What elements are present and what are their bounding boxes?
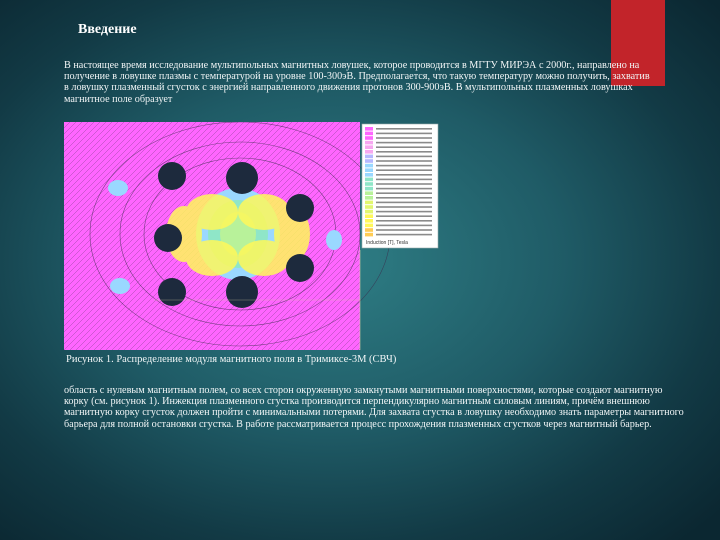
legend-swatch [365,182,373,186]
legend-range-label [376,160,432,162]
legend-range-label [376,155,432,158]
legend-swatch [365,136,373,140]
legend-swatch [365,223,373,228]
legend-range-label [376,229,432,231]
legend-range-label [376,178,432,181]
legend-swatch [365,228,373,232]
slide-title: Введение [78,22,137,37]
legend-range-label [376,183,432,185]
legend-range-label [376,187,432,190]
legend-range-label [376,141,432,144]
legend-swatch [365,232,373,237]
legend-range-label [376,164,432,167]
legend-range-label [376,197,432,199]
legend-range-label [376,210,432,213]
legend-range-label [376,151,432,153]
legend-swatch [365,154,373,159]
legend-swatch [365,140,373,145]
legend-range-label [376,220,432,222]
legend-swatch [365,200,373,205]
legend-range-label [376,128,432,130]
legend-swatch [365,177,373,182]
legend-swatch [365,150,373,154]
legend-range-label [376,132,432,135]
legend-swatch [365,145,373,149]
legend-swatch [365,168,373,172]
legend: Induction [T], Tesla [361,123,439,249]
field-map: Induction [T], Tesla [64,121,439,350]
legend-range-label [376,137,432,139]
legend-range-label [376,174,432,176]
legend-range-label [376,215,432,217]
legend-swatch [365,219,373,223]
legend-swatch [365,214,373,218]
legend-swatch [365,159,373,163]
legend-range-label [376,233,432,236]
legend-swatch [365,127,373,131]
legend-swatch [365,186,373,191]
legend-swatch [365,205,373,209]
legend-range-label [376,146,432,148]
legend-range-label [376,206,432,208]
legend-range-label [376,224,432,227]
legend-swatch [365,209,373,214]
legend-footer: Induction [T], Tesla [366,240,408,246]
body-paragraph: область с нулевым магнитным полем, со вс… [64,385,684,430]
legend-range-label [376,192,432,194]
legend-swatch [365,191,373,195]
legend-range-label [376,169,432,171]
intro-paragraph: В настоящее время исследование мультипол… [64,60,650,105]
legend-swatch [365,196,373,200]
figure-caption: Рисунок 1. Распределение модуля магнитно… [66,354,397,365]
legend-swatch [365,163,373,168]
legend-swatch [365,131,373,136]
legend-range-label [376,201,432,204]
magnetic-field-figure: Induction [T], Tesla [64,121,442,350]
legend-swatch [365,173,373,177]
